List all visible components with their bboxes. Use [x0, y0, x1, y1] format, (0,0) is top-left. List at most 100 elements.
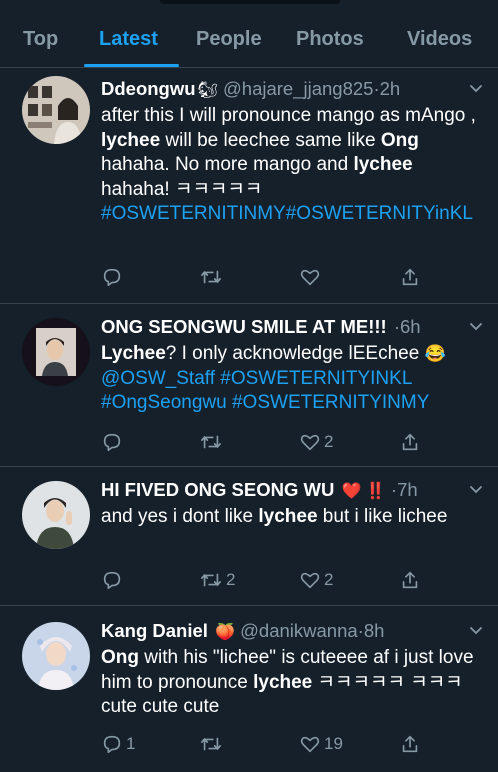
retweet-icon — [199, 266, 223, 288]
display-name[interactable]: HI FIVED ONG SEONG WU — [101, 479, 334, 500]
chevron-down-icon[interactable] — [468, 622, 484, 638]
tweet-actions — [101, 264, 431, 292]
tweet-text: Lychee? I only acknowledge lEEchee 😂 @OS… — [101, 342, 484, 416]
chevron-down-icon[interactable] — [468, 481, 484, 497]
hashtag-link[interactable]: #OSWETERNITINMY — [101, 203, 286, 224]
like-count: 2 — [324, 432, 334, 451]
retweet-count: 2 — [226, 570, 236, 589]
share-icon — [399, 569, 421, 591]
notch — [160, 0, 340, 4]
highlighted-term: Lychee — [101, 343, 166, 364]
tweet-text-segment: but i like lichee — [317, 506, 448, 527]
retweet-icon — [199, 431, 223, 453]
display-name[interactable]: ONG SEONGWU SMILE AT ME!!! — [101, 316, 387, 337]
tweet-text-segment: will be leechee same like — [160, 129, 381, 151]
timestamp[interactable]: 7h — [397, 479, 418, 500]
like-button[interactable]: 19 — [299, 731, 343, 757]
share-icon — [399, 266, 421, 288]
tweet-text-segment: after this I will pronounce mango as mAn… — [101, 105, 476, 126]
retweet-button[interactable] — [199, 731, 226, 757]
tweet-actions: 1 19 — [101, 731, 431, 759]
tweet-text: Ong with his "lichee" is cuteeee af i ju… — [101, 646, 484, 720]
status-bar — [0, 0, 498, 8]
timestamp[interactable]: 8h — [364, 620, 385, 641]
reply-button[interactable] — [101, 567, 126, 593]
name-emoji: 🍑 — [215, 624, 235, 641]
tweet[interactable]: Ddeongwu 🐿 @hajare_jjang825·2h after this… — [0, 68, 498, 304]
tweet[interactable]: HI FIVED ONG SEONG WU ❤️ ‼️ ·7h and yes … — [0, 467, 498, 606]
timestamp[interactable]: 2h — [380, 78, 401, 99]
highlighted-term: Ong — [101, 647, 139, 668]
avatar[interactable] — [22, 481, 90, 549]
display-name[interactable]: Kang Daniel — [101, 620, 208, 641]
retweet-button[interactable] — [199, 264, 226, 290]
chevron-down-icon[interactable] — [468, 80, 484, 96]
tweet-text: after this I will pronounce mango as mAn… — [101, 104, 484, 227]
heart-icon — [299, 569, 321, 591]
highlighted-term: lychee — [253, 671, 313, 693]
highlighted-term: lychee — [258, 506, 318, 527]
like-button[interactable] — [299, 264, 324, 290]
tweet-text: and yes i dont like lychee but i like li… — [101, 505, 484, 530]
hashtag-link[interactable]: #OSWETERNITYinKL — [286, 203, 473, 224]
tweet[interactable]: ONG SEONGWU SMILE AT ME!!! ·6h Lychee? I… — [0, 304, 498, 467]
like-button[interactable]: 2 — [299, 429, 333, 455]
chevron-down-icon[interactable] — [468, 318, 484, 334]
name-emoji: ❤️ ‼️ — [341, 483, 386, 500]
reply-count: 1 — [126, 734, 136, 753]
emoji: 😂 — [424, 344, 446, 363]
reply-icon — [101, 733, 123, 755]
retweet-button[interactable]: 2 — [199, 567, 235, 593]
share-icon — [399, 733, 421, 755]
tab-videos[interactable]: Videos — [407, 28, 472, 51]
reply-icon — [101, 569, 123, 591]
retweet-icon — [199, 733, 223, 755]
tab-photos[interactable]: Photos — [296, 28, 364, 51]
tweet-text-segment: hahaha. No more mango and — [101, 154, 354, 175]
avatar[interactable] — [22, 622, 90, 690]
heart-icon — [299, 266, 321, 288]
share-button[interactable] — [399, 264, 421, 290]
tab-people[interactable]: People — [196, 28, 262, 51]
tab-latest[interactable]: Latest — [99, 28, 158, 51]
share-button[interactable] — [399, 567, 421, 593]
reply-button[interactable]: 1 — [101, 731, 135, 757]
tweet[interactable]: Kang Daniel 🍑 @danikwanna·8h Ong with hi… — [0, 606, 498, 772]
highlighted-term: Ong — [380, 129, 419, 151]
tweet-content: Kang Daniel 🍑 @danikwanna·8h Ong with hi… — [101, 618, 484, 720]
active-tab-indicator — [84, 64, 179, 67]
share-button[interactable] — [399, 429, 421, 455]
share-button[interactable] — [399, 731, 421, 757]
search-tabs: Top Latest People Photos Videos — [0, 10, 498, 68]
reply-icon — [101, 431, 123, 453]
reply-icon — [101, 266, 123, 288]
hashtag-link[interactable]: @OSW_Staff #OSWETERNITYINKL #OngSeongwu … — [101, 368, 429, 414]
tweet-text-segment: hahaha! ㅋㅋㅋㅋㅋ — [101, 178, 263, 200]
username[interactable]: @danikwanna — [240, 620, 358, 641]
avatar[interactable] — [22, 76, 90, 144]
tab-top[interactable]: Top — [23, 28, 58, 51]
username[interactable]: @hajare_jjang825 — [223, 78, 373, 99]
tweet-header: HI FIVED ONG SEONG WU ❤️ ‼️ ·7h — [101, 477, 484, 503]
tweet-content: ONG SEONGWU SMILE AT ME!!! ·6h Lychee? I… — [101, 314, 484, 416]
like-button[interactable]: 2 — [299, 567, 333, 593]
share-icon — [399, 431, 421, 453]
tweet-text-segment: and yes i dont like — [101, 506, 259, 527]
reply-button[interactable] — [101, 429, 126, 455]
name-emoji: 🐿 — [197, 82, 218, 99]
avatar[interactable] — [22, 318, 90, 386]
like-count: 2 — [324, 570, 334, 589]
heart-icon — [299, 431, 321, 453]
reply-button[interactable] — [101, 264, 126, 290]
heart-icon — [299, 733, 321, 755]
tweet-header: Kang Daniel 🍑 @danikwanna·8h — [101, 618, 484, 644]
tweet-text-segment: ? I only acknowledge lEEchee — [165, 343, 425, 364]
timestamp[interactable]: 6h — [400, 316, 421, 337]
tweet-actions: 2 — [101, 429, 431, 457]
retweet-button[interactable] — [199, 429, 226, 455]
tweet-header: Ddeongwu 🐿 @hajare_jjang825·2h — [101, 76, 484, 102]
tweet-header: ONG SEONGWU SMILE AT ME!!! ·6h — [101, 314, 484, 340]
highlighted-term: lychee — [101, 129, 161, 151]
display-name[interactable]: Ddeongwu — [101, 78, 196, 99]
tweet-content: Ddeongwu 🐿 @hajare_jjang825·2h after this… — [101, 76, 484, 227]
